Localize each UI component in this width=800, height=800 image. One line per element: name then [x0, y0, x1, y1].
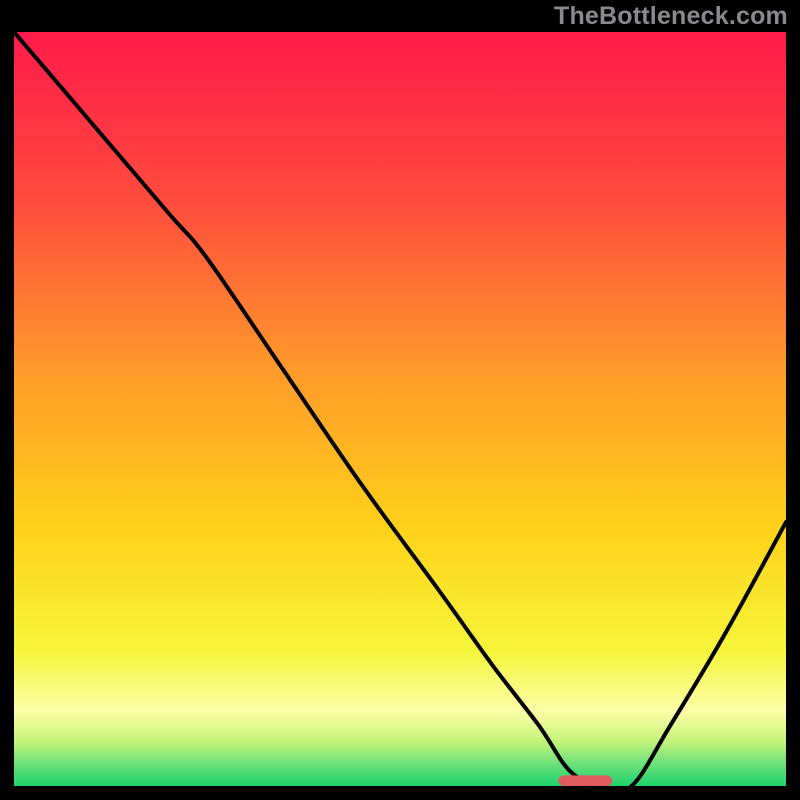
optimal-marker [558, 775, 612, 786]
chart-svg [14, 32, 786, 786]
gradient-background [14, 32, 786, 786]
plot-area [14, 32, 786, 786]
chart-frame: TheBottleneck.com [0, 0, 800, 800]
watermark-text: TheBottleneck.com [554, 2, 788, 31]
